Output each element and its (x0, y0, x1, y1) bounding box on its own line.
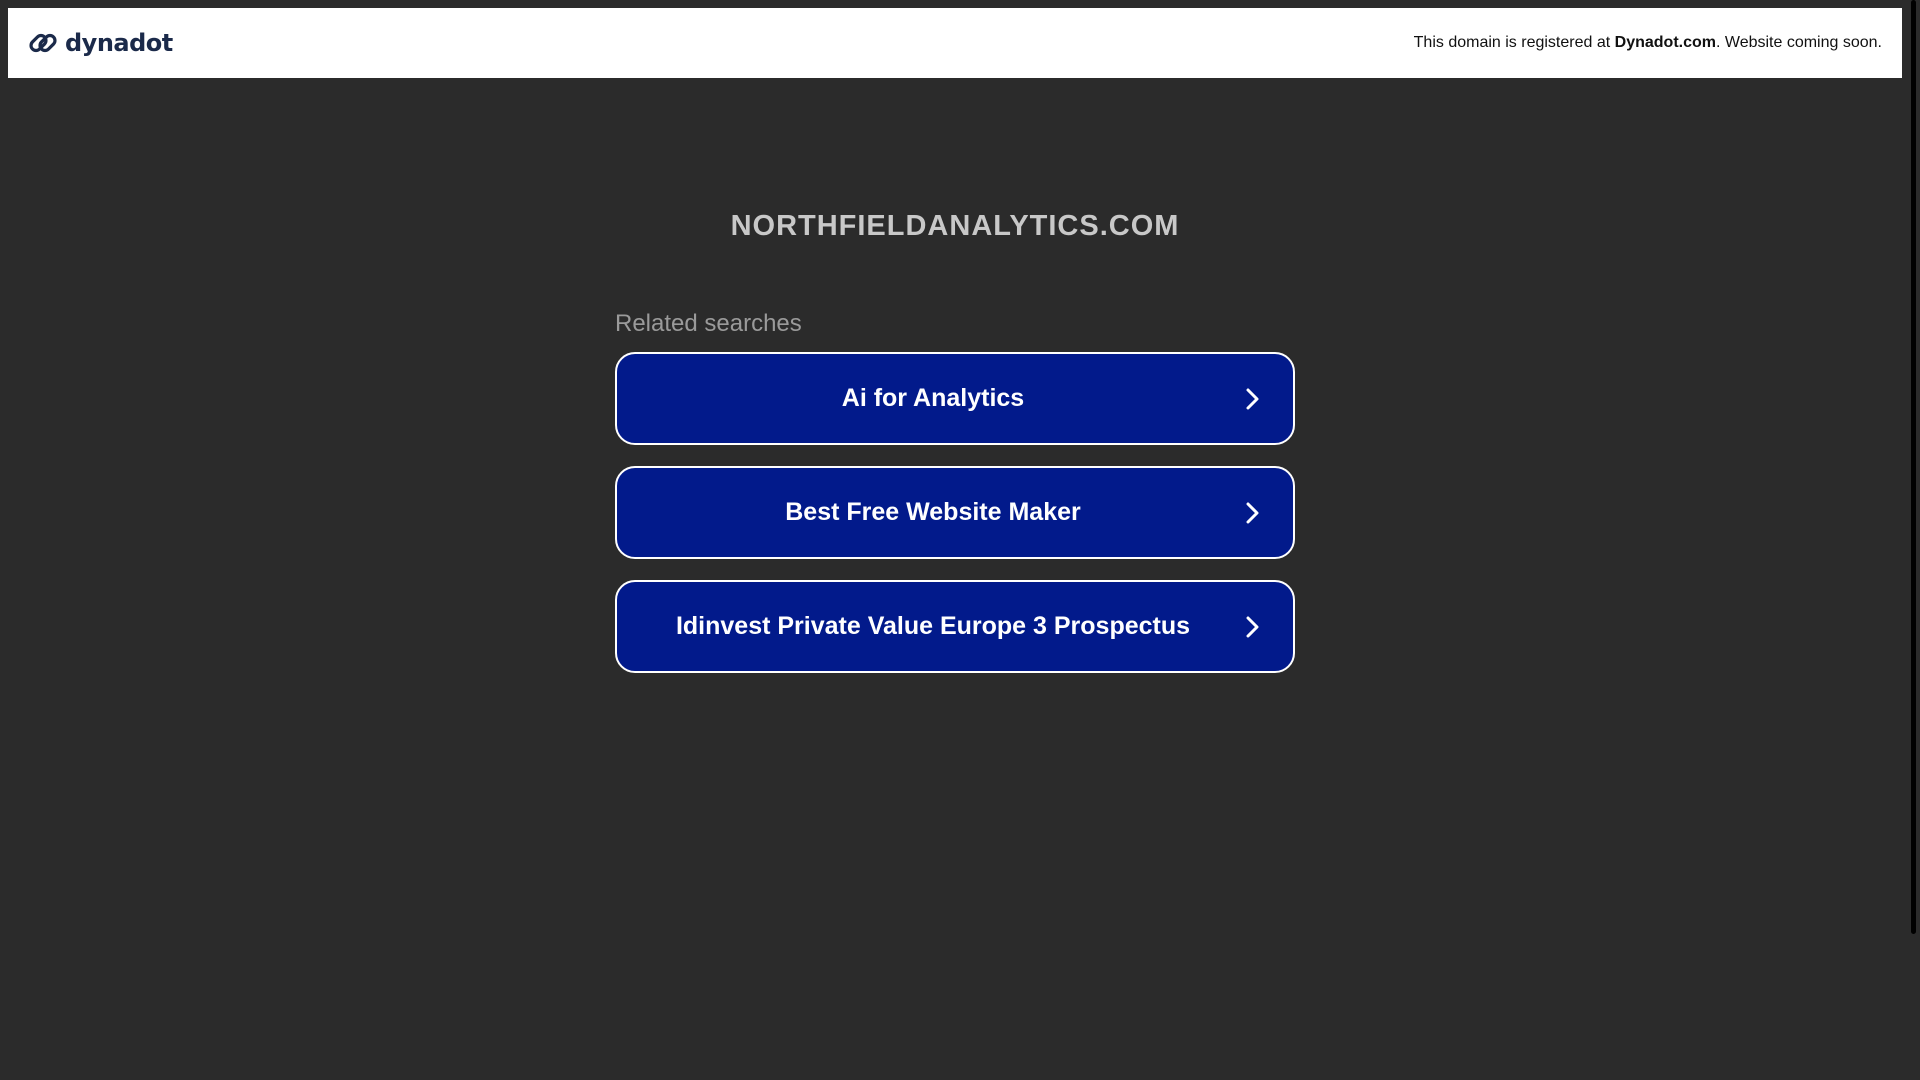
registration-notice: This domain is registered at Dynadot.com… (1414, 34, 1882, 52)
notice-prefix: This domain is registered at (1413, 34, 1615, 51)
notice-suffix: . Website coming soon. (1715, 34, 1882, 51)
brand-name: dynadot (65, 29, 173, 57)
notice-brand-link[interactable]: Dynadot.com (1615, 34, 1716, 51)
dynadot-link-logo-icon (27, 27, 59, 59)
parked-domain-page: dynadot This domain is registered at Dyn… (0, 0, 1920, 1080)
related-links-list: Ai for Analytics Best Free Website Maker… (615, 352, 1295, 694)
related-link-button[interactable]: Ai for Analytics (615, 352, 1295, 445)
chevron-right-icon (1246, 388, 1259, 409)
related-link-label: Ai for Analytics (841, 384, 1025, 412)
related-link-button[interactable]: Idinvest Private Value Europe 3 Prospect… (615, 580, 1295, 673)
chevron-right-icon (1246, 502, 1259, 523)
scrollbar-thumb[interactable] (1911, 0, 1916, 934)
chevron-right-icon (1246, 616, 1259, 637)
related-link-label: Idinvest Private Value Europe 3 Prospect… (675, 612, 1191, 640)
related-link-label: Best Free Website Maker (785, 498, 1081, 526)
related-searches-heading: Related searches (615, 310, 802, 337)
dynadot-logo[interactable]: dynadot (27, 27, 173, 59)
domain-title: NORTHFIELDANALYTICS.COM (730, 210, 1180, 242)
top-bar: dynadot This domain is registered at Dyn… (8, 8, 1902, 78)
related-link-button[interactable]: Best Free Website Maker (615, 466, 1295, 559)
